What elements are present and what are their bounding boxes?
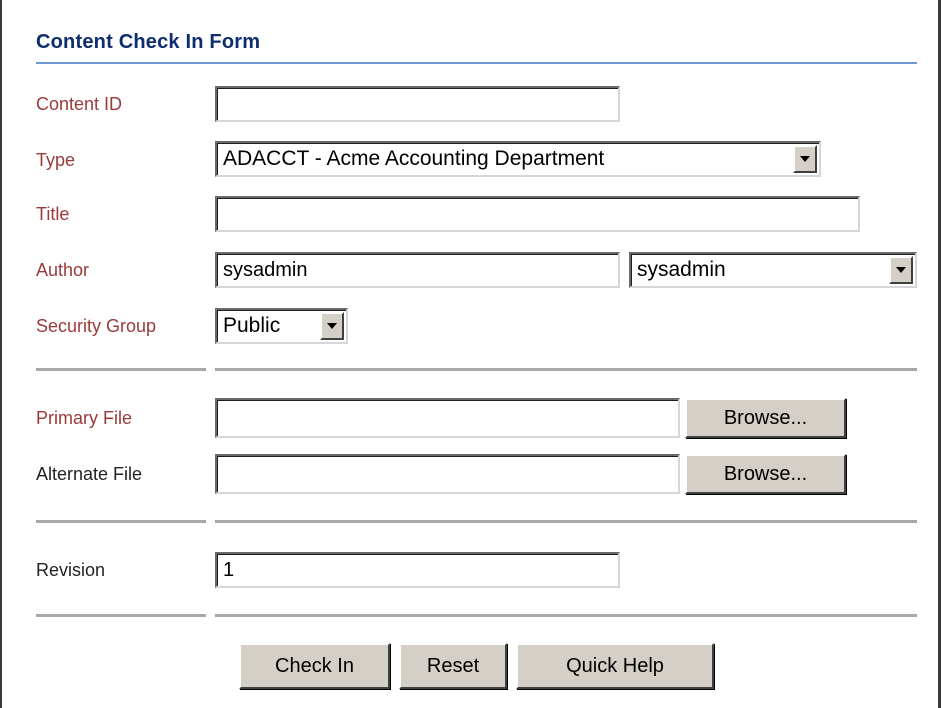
title-divider [36, 62, 917, 64]
section-divider-label-col [36, 614, 206, 617]
type-select[interactable]: ADACCT - Acme Accounting Department [215, 141, 821, 177]
security-group-select[interactable]: Public [215, 308, 348, 344]
alternate-file-input[interactable] [215, 454, 680, 494]
title-label: Title [36, 204, 70, 224]
chevron-down-icon[interactable] [889, 256, 913, 284]
revision-input[interactable] [215, 552, 620, 588]
check-in-button[interactable]: Check In [239, 643, 390, 689]
chevron-down-icon[interactable] [793, 145, 817, 173]
alternate-file-label: Alternate File [36, 464, 143, 484]
section-divider-label-col [36, 520, 206, 523]
type-select-value: ADACCT - Acme Accounting Department [223, 147, 605, 170]
alternate-file-browse-button[interactable]: Browse... [685, 454, 846, 494]
frame-border-left [0, 0, 2, 708]
type-label: Type [36, 150, 76, 170]
author-select-value: sysadmin [637, 258, 726, 281]
section-divider-field-col [215, 614, 917, 617]
section-divider-field-col [215, 520, 917, 523]
section-divider-label-col [36, 368, 206, 371]
content-id-input[interactable] [215, 86, 620, 122]
primary-file-input[interactable] [215, 398, 680, 438]
reset-button[interactable]: Reset [399, 643, 507, 689]
quick-help-button[interactable]: Quick Help [516, 643, 714, 689]
content-id-label: Content ID [36, 94, 123, 114]
revision-label: Revision [36, 560, 106, 580]
section-divider-field-col [215, 368, 917, 371]
author-select[interactable]: sysadmin [629, 252, 917, 288]
chevron-down-icon[interactable] [320, 312, 344, 340]
form-title: Content Check In Form [36, 31, 261, 53]
security-group-select-value: Public [223, 314, 281, 337]
title-input[interactable] [215, 196, 860, 232]
author-label: Author [36, 260, 90, 280]
security-group-label: Security Group [36, 316, 157, 336]
author-input[interactable] [215, 252, 620, 288]
primary-file-label: Primary File [36, 408, 133, 428]
check-in-form-frame: Content Check In Form Content ID Type AD… [0, 0, 941, 708]
primary-file-browse-button[interactable]: Browse... [685, 398, 846, 438]
